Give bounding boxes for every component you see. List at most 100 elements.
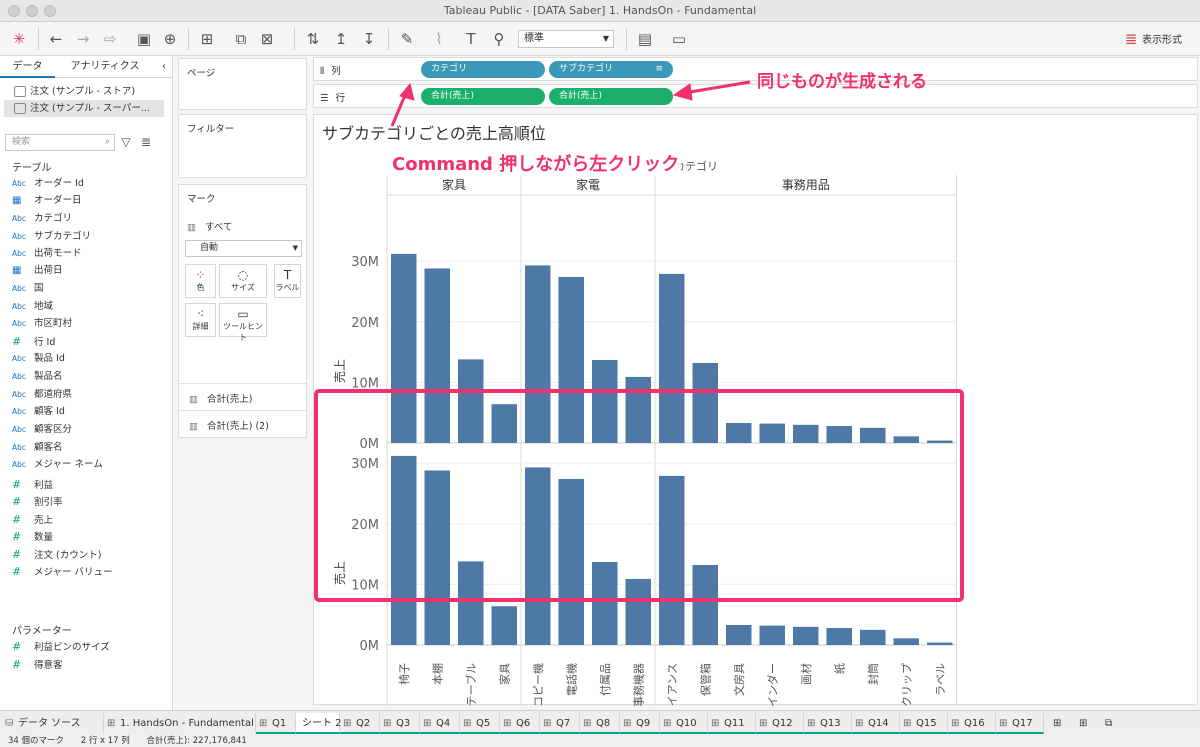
save-icon[interactable]: ▣ bbox=[133, 29, 155, 49]
field-item[interactable]: Abc 都道府県 bbox=[12, 386, 72, 403]
sheet-tab[interactable]: ⊞ Q2 bbox=[340, 713, 380, 734]
sheet-tab[interactable]: ⊞ Q13 bbox=[804, 713, 852, 734]
field-item[interactable]: # メジャー バリュー bbox=[12, 563, 113, 580]
sheet-tab[interactable]: ⊞ 1. HandsOn - Fundamental bbox=[104, 713, 256, 734]
field-item[interactable]: Abc カテゴリ bbox=[12, 210, 72, 227]
sheet-tab[interactable]: ⊞ Q16 bbox=[948, 713, 996, 734]
sheet-tab[interactable]: ⊞ Q14 bbox=[852, 713, 900, 734]
new-dashboard-icon[interactable]: ⊞ bbox=[1074, 713, 1096, 734]
label-button[interactable]: T ラベル bbox=[274, 264, 301, 298]
measure-icon: # bbox=[12, 335, 22, 348]
sheet-tab[interactable]: シート 2 bbox=[296, 713, 342, 734]
field-item[interactable]: Abc 顧客 Id bbox=[12, 403, 65, 420]
field-label: 製品名 bbox=[34, 371, 63, 382]
sheet-tab[interactable]: ⊞ Q12 bbox=[756, 713, 804, 734]
sheet-tab[interactable]: ⊞ Q9 bbox=[620, 713, 660, 734]
sheet-tab[interactable]: ⊞ Q6 bbox=[500, 713, 540, 734]
new-datasource-icon[interactable]: ⊕ bbox=[159, 29, 181, 49]
replay-icon[interactable]: ⇨ bbox=[99, 29, 121, 49]
sheet-tab[interactable]: ⊞ Q10 bbox=[660, 713, 708, 734]
sheet-tab[interactable]: ⊞ Q1 bbox=[256, 713, 296, 734]
sheet-tab[interactable]: ⊞ Q7 bbox=[540, 713, 580, 734]
field-item[interactable]: # 利益 bbox=[12, 476, 53, 493]
parameter-item[interactable]: # 利益ビンのサイズ bbox=[12, 638, 110, 655]
sheet-tab-label: Q7 bbox=[556, 718, 571, 729]
filters-card[interactable]: フィルター bbox=[178, 114, 307, 178]
rows-shelf[interactable]: ☰ 行 合計(売上) 合計(売上) bbox=[313, 84, 1198, 108]
collapse-pane-icon[interactable]: ‹ bbox=[155, 56, 173, 78]
swap-icon[interactable]: ⇅ bbox=[302, 29, 324, 49]
tableau-logo-icon[interactable]: ✳ bbox=[8, 29, 30, 49]
field-item[interactable]: # 数量 bbox=[12, 528, 53, 545]
search-input[interactable]: 検索 ⌕ bbox=[5, 134, 115, 151]
pill-category[interactable]: カテゴリ bbox=[421, 61, 545, 78]
label-icon[interactable]: T bbox=[460, 29, 482, 49]
field-item[interactable]: ▦ 出荷日 bbox=[12, 262, 63, 279]
tab-datasource[interactable]: ⛁ データ ソース bbox=[2, 713, 104, 734]
pill-subcategory[interactable]: サブカテゴリ ≡ bbox=[549, 61, 673, 78]
field-item[interactable]: Abc 製品 Id bbox=[12, 350, 65, 367]
new-story-icon[interactable]: ⧉ bbox=[1100, 713, 1122, 734]
size-button[interactable]: ◌ サイズ bbox=[219, 264, 267, 298]
field-item[interactable]: Abc 製品名 bbox=[12, 368, 63, 385]
marks-measure-tab-2[interactable]: ▥ 合計(売上) (2) bbox=[189, 418, 269, 432]
sort-descending-icon[interactable]: ↧ bbox=[358, 29, 380, 49]
field-item[interactable]: Abc 顧客区分 bbox=[12, 421, 72, 438]
pin-icon[interactable]: ⚲ bbox=[488, 29, 510, 49]
sheet-tab[interactable]: ⊞ Q5 bbox=[460, 713, 500, 734]
field-item[interactable]: Abc 国 bbox=[12, 280, 44, 297]
field-item[interactable]: # 行 Id bbox=[12, 333, 55, 350]
new-worksheet-icon[interactable]: ⊞ bbox=[196, 29, 218, 49]
columns-shelf[interactable]: ⦀ 列 カテゴリ サブカテゴリ ≡ bbox=[313, 57, 1198, 81]
undo-icon[interactable]: ← bbox=[45, 29, 67, 49]
pill-sales-sum-1[interactable]: 合計(売上) bbox=[421, 88, 545, 105]
group-icon[interactable]: ⌇ bbox=[428, 29, 450, 49]
sheet-tab[interactable]: ⊞ Q4 bbox=[420, 713, 460, 734]
pages-card[interactable]: ページ bbox=[178, 58, 307, 110]
sheet-tab[interactable]: ⊞ Q3 bbox=[380, 713, 420, 734]
tooltip-button[interactable]: ▭ ツールヒント bbox=[219, 303, 267, 342]
mark-type-select[interactable]: 自動 ▼ bbox=[185, 240, 302, 257]
clear-sheet-icon[interactable]: ⊠ bbox=[256, 29, 278, 49]
marks-measure-tab-1[interactable]: ▥ 合計(売上) bbox=[189, 391, 252, 405]
sort-ascending-icon[interactable]: ↥ bbox=[330, 29, 352, 49]
calendar-icon: ▦ bbox=[12, 195, 22, 206]
bar bbox=[659, 475, 685, 645]
mark-size-select[interactable]: 標準 ▼ bbox=[518, 30, 614, 48]
pill-sales-sum-2[interactable]: 合計(売上) bbox=[549, 88, 673, 105]
view-options-icon[interactable]: ≣ bbox=[135, 132, 157, 152]
field-item[interactable]: Abc 顧客名 bbox=[12, 439, 63, 456]
field-item[interactable]: # 売上 bbox=[12, 511, 53, 528]
sheet-tab[interactable]: ⊞ Q11 bbox=[708, 713, 756, 734]
parameter-item[interactable]: # 得意客 bbox=[12, 656, 63, 673]
highlight-icon[interactable]: ✎ bbox=[396, 29, 418, 49]
sheet-tab[interactable]: ⊞ Q8 bbox=[580, 713, 620, 734]
tab-data[interactable]: データ bbox=[0, 56, 55, 78]
field-item[interactable]: Abc オーダー Id bbox=[12, 175, 84, 192]
duplicate-sheet-icon[interactable]: ⧉ bbox=[230, 29, 252, 49]
field-item[interactable]: Abc 出荷モード bbox=[12, 245, 82, 262]
tab-analytics[interactable]: アナリティクス bbox=[55, 56, 155, 78]
field-item[interactable]: Abc 市区町村 bbox=[12, 315, 72, 332]
redo-icon[interactable]: → bbox=[72, 29, 94, 49]
filter-icon[interactable]: ▽ bbox=[115, 132, 137, 152]
field-item[interactable]: Abc 地域 bbox=[12, 298, 53, 315]
color-button[interactable]: ⁘ 色 bbox=[185, 264, 216, 298]
field-item[interactable]: Abc サブカテゴリ bbox=[12, 228, 91, 245]
show-me-button[interactable]: 表示形式 bbox=[1142, 31, 1182, 46]
sheet-tab[interactable]: ⊞ Q17 bbox=[996, 713, 1044, 734]
detail-button[interactable]: ⁖ 詳細 bbox=[185, 303, 216, 337]
bar-chart-icon: ▥ bbox=[187, 222, 196, 233]
field-item[interactable]: Abc メジャー ネーム bbox=[12, 456, 103, 473]
marks-all-tab[interactable]: ▥ すべて bbox=[187, 219, 232, 233]
show-me-icon[interactable]: ≣ bbox=[1120, 29, 1142, 49]
field-item[interactable]: # 注文 (カウント) bbox=[12, 546, 101, 563]
presentation-icon[interactable]: ▭ bbox=[668, 29, 690, 49]
sheet-tab[interactable]: ⊞ Q15 bbox=[900, 713, 948, 734]
show-cards-icon[interactable]: ▤ bbox=[634, 29, 656, 49]
field-item[interactable]: # 割引率 bbox=[12, 493, 63, 510]
datasource-item[interactable]: 注文 (サンプル - ストア) bbox=[4, 83, 164, 100]
datasource-item-selected[interactable]: 注文 (サンプル - スーパー... bbox=[4, 100, 164, 117]
new-worksheet-icon[interactable]: ⊞ bbox=[1048, 713, 1070, 734]
field-item[interactable]: ▦ オーダー日 bbox=[12, 192, 82, 209]
